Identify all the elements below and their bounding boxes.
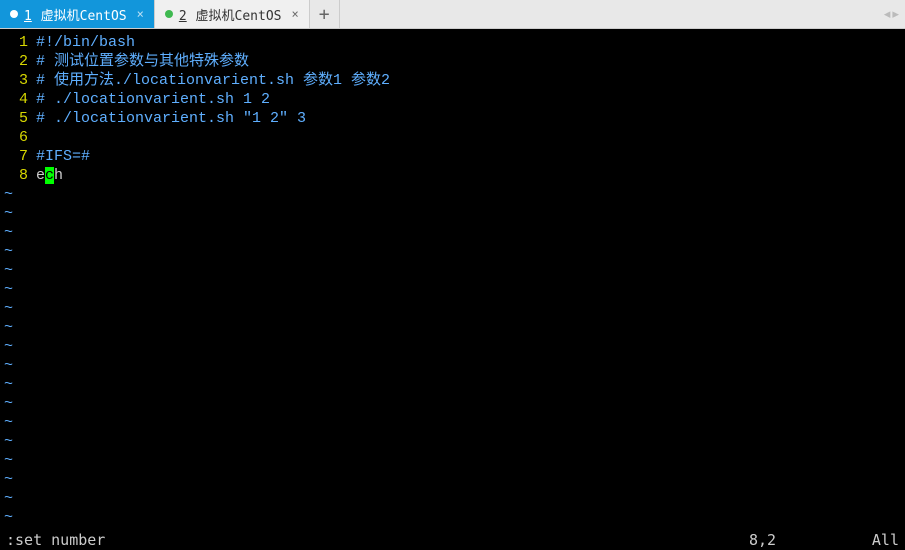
status-dot-icon	[10, 10, 18, 18]
empty-line-tilde: ~	[0, 242, 905, 261]
code-line: 4# ./locationvarient.sh 1 2	[0, 90, 905, 109]
tab-1[interactable]: 1 虚拟机CentOS ×	[0, 0, 155, 28]
line-number: 7	[0, 147, 36, 166]
empty-line-tilde: ~	[0, 185, 905, 204]
close-icon[interactable]: ×	[291, 7, 298, 21]
cursor-icon: c	[45, 167, 54, 184]
tab-bar: 1 虚拟机CentOS × 2 虚拟机CentOS × + ◀ ▶	[0, 0, 905, 29]
tab-label: 2 虚拟机CentOS	[179, 5, 282, 24]
chevron-left-icon[interactable]: ◀	[884, 8, 891, 21]
code-text: # 测试位置参数与其他特殊参数	[36, 52, 249, 71]
code-text: # 使用方法./locationvarient.sh 参数1 参数2	[36, 71, 390, 90]
empty-line-tilde: ~	[0, 432, 905, 451]
code-text: # ./locationvarient.sh 1 2	[36, 90, 270, 109]
empty-line-tilde: ~	[0, 451, 905, 470]
code-line: 7#IFS=#	[0, 147, 905, 166]
empty-line-tilde: ~	[0, 318, 905, 337]
empty-line-tilde: ~	[0, 280, 905, 299]
empty-line-tilde: ~	[0, 394, 905, 413]
empty-line-tilde: ~	[0, 508, 905, 527]
empty-line-tilde: ~	[0, 375, 905, 394]
code-line: 5# ./locationvarient.sh "1 2" 3	[0, 109, 905, 128]
code-text: #!/bin/bash	[36, 33, 135, 52]
code-text: #IFS=#	[36, 147, 90, 166]
code-line: 6	[0, 128, 905, 147]
line-number: 5	[0, 109, 36, 128]
editor[interactable]: 1#!/bin/bash2# 测试位置参数与其他特殊参数3# 使用方法./loc…	[0, 29, 905, 550]
line-number: 6	[0, 128, 36, 147]
status-command: :set number	[6, 531, 105, 550]
empty-line-tilde: ~	[0, 299, 905, 318]
chevron-right-icon[interactable]: ▶	[892, 8, 899, 21]
code-text: # ./locationvarient.sh "1 2" 3	[36, 109, 306, 128]
empty-line-tilde: ~	[0, 261, 905, 280]
line-number: 4	[0, 90, 36, 109]
code-line: 2# 测试位置参数与其他特殊参数	[0, 52, 905, 71]
tab-label: 1 虚拟机CentOS	[24, 5, 127, 24]
status-dot-icon	[165, 10, 173, 18]
tab-2[interactable]: 2 虚拟机CentOS ×	[155, 0, 310, 28]
empty-line-tilde: ~	[0, 204, 905, 223]
close-icon[interactable]: ×	[137, 7, 144, 21]
code-line-cursor: 8ech	[0, 166, 905, 185]
code-line: 1#!/bin/bash	[0, 33, 905, 52]
vim-status-bar: :set number 8,2 All	[0, 530, 905, 550]
tab-nav-arrows: ◀ ▶	[884, 8, 899, 21]
empty-line-tilde: ~	[0, 413, 905, 432]
code-line: 3# 使用方法./locationvarient.sh 参数1 参数2	[0, 71, 905, 90]
empty-line-tilde: ~	[0, 223, 905, 242]
empty-line-tilde: ~	[0, 470, 905, 489]
empty-line-tilde: ~	[0, 337, 905, 356]
empty-line-tilde: ~	[0, 489, 905, 508]
line-number: 2	[0, 52, 36, 71]
line-number: 3	[0, 71, 36, 90]
line-number: 8	[0, 166, 36, 185]
status-position: 8,2	[749, 531, 859, 550]
status-percent: All	[859, 531, 899, 550]
code-text: ech	[36, 166, 63, 185]
line-number: 1	[0, 33, 36, 52]
empty-line-tilde: ~	[0, 356, 905, 375]
add-tab-button[interactable]: +	[310, 0, 340, 28]
